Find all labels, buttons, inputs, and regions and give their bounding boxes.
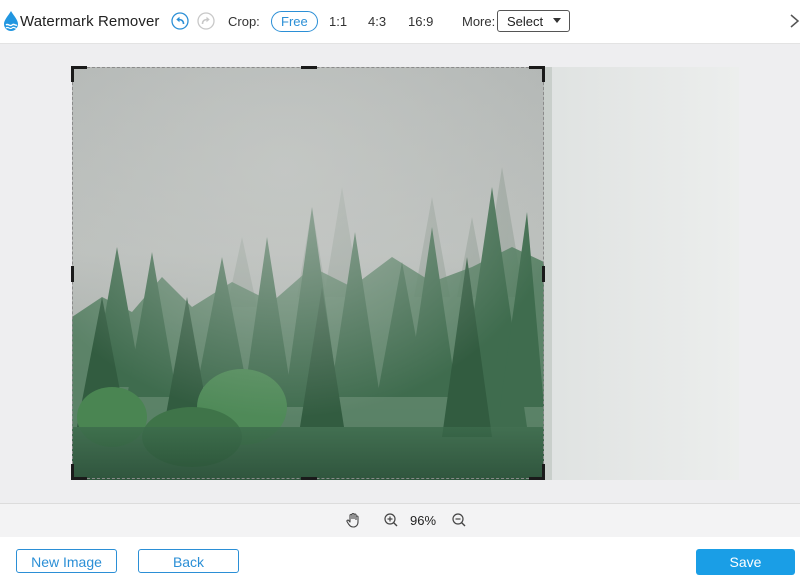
crop-label: Crop:	[228, 14, 260, 29]
zoom-in-icon[interactable]	[383, 512, 399, 528]
crop-option-16-9[interactable]: 16:9	[408, 14, 433, 29]
save-button[interactable]: Save	[696, 549, 795, 575]
crop-frame[interactable]	[71, 66, 545, 480]
back-button[interactable]: Back	[138, 549, 239, 573]
top-toolbar: Watermark Remover Crop: Free 1:1 4:3 16:…	[0, 0, 800, 44]
crop-handle-bottom[interactable]	[301, 477, 317, 480]
more-label: More:	[462, 14, 496, 29]
app-title: Watermark Remover	[20, 13, 160, 30]
crop-option-4-3[interactable]: 4:3	[368, 14, 386, 29]
caret-down-icon	[553, 18, 561, 23]
crop-handle-bottom-left[interactable]	[71, 464, 74, 480]
crop-handle-top-right[interactable]	[542, 66, 545, 82]
hand-icon[interactable]	[345, 512, 361, 528]
crop-option-free[interactable]: Free	[271, 11, 318, 32]
zoom-bar: 96%	[0, 503, 800, 537]
water-drop-logo-icon	[4, 11, 18, 31]
more-select-dropdown[interactable]: Select	[497, 10, 570, 32]
editor-canvas	[0, 44, 800, 503]
crop-handle-top[interactable]	[301, 66, 317, 69]
crop-handle-bottom-right[interactable]	[542, 464, 545, 480]
zoom-out-icon[interactable]	[451, 512, 467, 528]
redo-icon[interactable]	[197, 12, 215, 30]
crop-handle-left[interactable]	[71, 266, 74, 282]
crop-handle-right[interactable]	[542, 266, 545, 282]
select-value: Select	[507, 14, 544, 29]
zoom-value: 96%	[410, 513, 437, 528]
undo-icon[interactable]	[171, 12, 189, 30]
new-image-button[interactable]: New Image	[16, 549, 117, 573]
crop-option-1-1[interactable]: 1:1	[329, 14, 347, 29]
chevron-right-icon[interactable]	[789, 12, 800, 30]
crop-handle-top-left[interactable]	[71, 66, 74, 82]
